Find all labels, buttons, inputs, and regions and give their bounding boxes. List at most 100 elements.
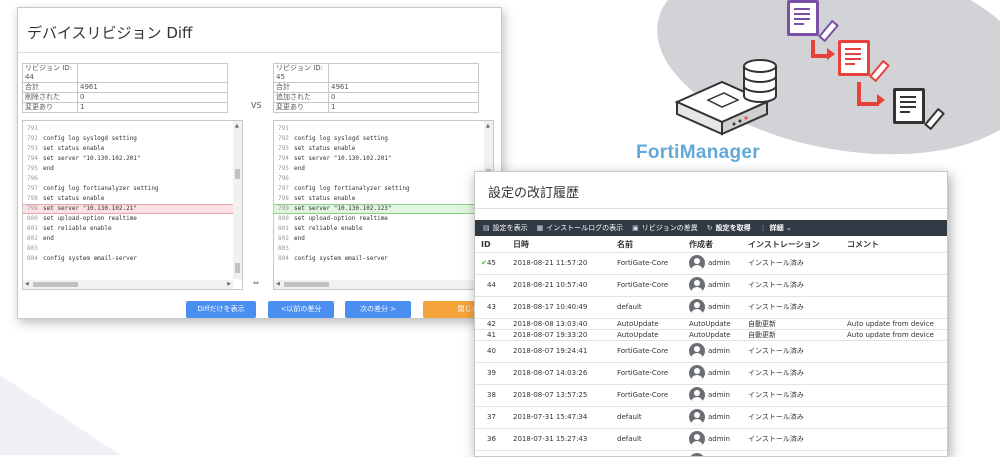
scroll-left-icon[interactable]: ◀ <box>25 281 29 287</box>
meta-row: リビジョン ID: 45 <box>273 63 479 83</box>
meta-value: 4961 <box>328 82 479 93</box>
revision-id-text: 45 <box>486 259 496 267</box>
avatar-icon <box>689 387 705 403</box>
table-row[interactable]: 43 2018-08-17 10:40:49 default admin インストール済… <box>475 297 947 319</box>
toolbar-item-view-config[interactable]: ▤ 設定を表示 <box>483 224 528 232</box>
left-vertical-scrollbar[interactable]: ▲ <box>233 121 242 279</box>
installation-status: インストール済み <box>748 369 804 377</box>
creator-name: AutoUpdate <box>689 320 731 328</box>
revision-id: 37 <box>487 407 496 428</box>
code-line: 800 set upload-option realtime <box>274 214 484 224</box>
meta-key: 変更あり <box>22 102 78 113</box>
column-header[interactable]: コメント <box>847 238 879 252</box>
left-revision-meta: リビジョン ID: 44 合計 4961 削除された 0 変更あり 1 <box>22 63 228 113</box>
table-row[interactable]: 40 2018-08-07 19:24:41 FortiGate-Core admin… <box>475 341 947 363</box>
revision-creator: admin <box>689 385 730 406</box>
avatar-head <box>694 346 700 352</box>
previous-diff-button[interactable]: <以前の差分 <box>268 301 334 318</box>
line-number: 791 <box>278 125 289 132</box>
table-row[interactable]: 36 2018-07-31 15:27:43 default admin インストール済… <box>475 429 947 451</box>
revision-id: 42 <box>487 319 496 329</box>
toolbar-item-more[interactable]: ⋮ 詳細 ⌄ <box>760 224 792 232</box>
scroll-left-icon[interactable]: ◀ <box>276 281 280 287</box>
scroll-thumb[interactable] <box>284 282 329 287</box>
revision-id-text: 44 <box>487 281 496 289</box>
line-text: set server "10.130.102.201" <box>43 155 141 162</box>
table-row[interactable]: ✔45 2018-08-21 11:57:20 FortiGate-Core admi… <box>475 253 947 275</box>
line-text: set server "10.130.102.201" <box>294 155 392 162</box>
scroll-thumb[interactable] <box>235 263 240 273</box>
line-number: 803 <box>27 245 38 252</box>
revision-datetime: 2018-08-07 14:03:26 <box>513 369 588 377</box>
line-text: set upload-option realtime <box>294 215 388 222</box>
revision-name: AutoUpdate <box>617 320 659 328</box>
revision-name: default <box>617 451 642 456</box>
column-header[interactable]: 作成者 <box>689 238 713 252</box>
creator-name: admin <box>708 369 730 377</box>
avatar-body <box>691 397 703 403</box>
revision-diff-icon: ▣ <box>632 224 639 232</box>
sync-scroll-icon[interactable]: ⇔ <box>253 279 259 287</box>
revision-creator: admin <box>689 429 730 450</box>
line-number: 800 <box>278 215 289 222</box>
right-code-pane[interactable]: 791 792 config log syslogd setting 793 set s… <box>273 120 494 290</box>
revision-datetime: 2018-08-17 10:40:49 <box>513 303 588 311</box>
scroll-thumb[interactable] <box>235 169 240 179</box>
line-text: set status enable <box>43 195 105 202</box>
left-code-pane[interactable]: 791 792 config log syslogd setting 793 set s… <box>22 120 243 290</box>
line-number: 795 <box>278 165 289 172</box>
toolbar-item-revision-diff[interactable]: ▣ リビジョンの差異 <box>632 224 698 232</box>
line-text: set status enable <box>294 145 356 152</box>
document-icon <box>787 0 819 36</box>
toolbar-item-retrieve-config[interactable]: ↻ 設定を取得 <box>707 224 751 232</box>
revision-id: 39 <box>487 363 496 384</box>
scroll-up-icon[interactable]: ▲ <box>235 123 239 129</box>
table-row[interactable]: 39 2018-08-07 14:03:26 FortiGate-Core admin… <box>475 363 947 385</box>
right-horizontal-scrollbar[interactable]: ◀ <box>274 280 484 289</box>
document-icon <box>838 40 870 76</box>
avatar-body <box>691 441 703 447</box>
more-icon: ⋮ <box>759 224 767 232</box>
code-line: 797 config log fortianalyzer setting <box>23 184 233 194</box>
scroll-up-icon[interactable]: ▲ <box>486 123 490 129</box>
avatar-icon <box>689 255 705 271</box>
diff-only-button[interactable]: Diffだけを表示 <box>186 301 256 318</box>
code-line: 798 set status enable <box>23 194 233 204</box>
revision-creator: AutoUpdate <box>689 319 731 329</box>
table-row[interactable]: 44 2018-08-21 10:57:40 FortiGate-Core admin… <box>475 275 947 297</box>
column-header[interactable]: ID <box>481 238 491 252</box>
installation-status: インストール済み <box>748 259 804 267</box>
column-header[interactable]: インストレーション <box>748 238 820 252</box>
revision-name: FortiGate-Core <box>617 369 669 377</box>
table-row[interactable]: 35 2018-07-31 12:40:15 default admin インストール済… <box>475 451 947 456</box>
table-row[interactable]: 37 2018-07-31 15:47:34 default admin インストール済… <box>475 407 947 429</box>
table-row[interactable]: 41 2018-08-07 19:33:20 AutoUpdate AutoUpdat… <box>475 330 947 341</box>
revision-datetime: 2018-08-07 13:57:25 <box>513 391 588 399</box>
revision-id: ✔45 <box>481 253 496 274</box>
line-number: 802 <box>27 235 38 242</box>
scroll-thumb[interactable] <box>33 282 78 287</box>
code-line: 792 config log syslogd setting <box>274 134 484 144</box>
line-text: set status enable <box>43 145 105 152</box>
table-row[interactable]: 42 2018-08-08 13:03:40 AutoUpdate AutoUpdat… <box>475 319 947 330</box>
code-line: 794 set server "10.130.102.201" <box>274 154 484 164</box>
revision-datetime: 2018-08-21 11:57:20 <box>513 259 588 267</box>
revision-id-text: 43 <box>487 303 496 311</box>
next-diff-button[interactable]: 次の差分 > <box>345 301 411 318</box>
diff-window-title: デバイスリビジョン Diff <box>27 24 193 42</box>
scroll-right-icon[interactable]: ▶ <box>227 281 231 287</box>
line-text: config system email-server <box>294 255 388 262</box>
line-text: config log syslogd setting <box>294 135 388 142</box>
revision-id-text: 39 <box>487 369 496 377</box>
revision-comment: Auto update from device <box>847 331 934 339</box>
avatar-icon <box>689 453 705 456</box>
fortimanager-label: FortiManager <box>636 142 760 163</box>
meta-key: 合計 <box>22 82 78 93</box>
table-row[interactable]: 38 2018-08-07 13:57:25 FortiGate-Core admin… <box>475 385 947 407</box>
left-horizontal-scrollbar[interactable]: ◀ ▶ <box>23 280 233 289</box>
column-header[interactable]: 日時 <box>513 238 529 252</box>
column-header[interactable]: 名前 <box>617 238 633 252</box>
creator-name: admin <box>708 391 730 399</box>
toolbar-item-install-log[interactable]: ▦ インストールログの表示 <box>537 224 624 232</box>
installation-status: インストール済み <box>748 303 804 311</box>
